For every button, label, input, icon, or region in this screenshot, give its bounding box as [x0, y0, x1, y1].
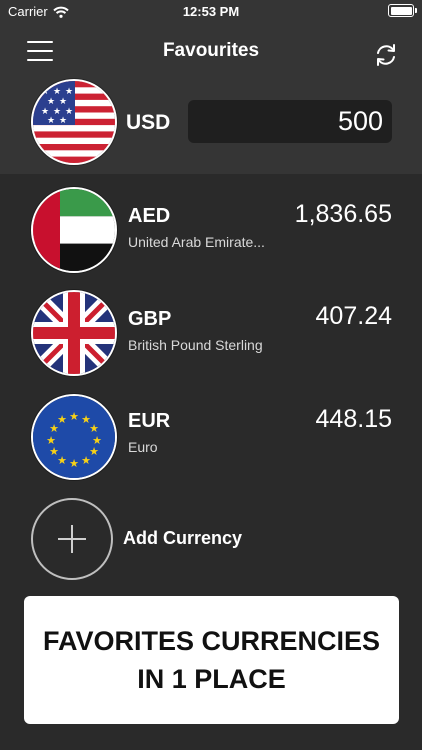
svg-text:★: ★ [47, 116, 55, 126]
svg-text:★: ★ [69, 410, 79, 423]
currency-code: EUR [128, 410, 171, 432]
eu-flag-icon[interactable]: ★ ★ ★ ★ ★ ★ ★ ★ ★ ★ ★ ★ [31, 394, 117, 480]
gb-flag-icon[interactable] [31, 290, 117, 376]
svg-text:★: ★ [57, 413, 67, 426]
status-bar: Carrier 12:53 PM [0, 0, 422, 24]
svg-text:★: ★ [81, 454, 91, 467]
base-currency-code[interactable]: USD [126, 111, 170, 135]
battery-icon [388, 4, 417, 17]
currency-name: Euro [128, 439, 158, 455]
add-currency-label[interactable]: Add Currency [123, 528, 242, 549]
svg-text:★: ★ [59, 97, 67, 107]
clock: 12:53 PM [182, 4, 240, 19]
amount-input[interactable] [188, 100, 392, 143]
svg-text:★: ★ [69, 457, 79, 470]
svg-text:★: ★ [46, 434, 56, 447]
svg-text:★: ★ [59, 116, 67, 126]
us-flag-icon[interactable]: ★ ★ ★ ★ ★ ★ ★ ★ ★ ★ [31, 79, 117, 165]
currency-code: AED [128, 205, 171, 227]
converted-value: 407.24 [315, 302, 392, 330]
currency-code: GBP [128, 308, 172, 330]
refresh-icon [377, 44, 395, 66]
svg-text:★: ★ [47, 97, 55, 107]
converted-value: 448.15 [315, 405, 392, 433]
add-currency-button[interactable] [31, 498, 113, 580]
currency-name: United Arab Emirate... [128, 234, 265, 250]
plus-icon [58, 525, 86, 553]
refresh-button[interactable] [373, 42, 399, 68]
currency-name: British Pound Sterling [128, 337, 263, 353]
banner-line-1: FAVORITES CURRENCIES [42, 626, 381, 656]
promo-banner: FAVORITES CURRENCIES IN 1 PLACE [24, 596, 399, 724]
banner-line-2: IN 1 PLACE [137, 664, 286, 694]
page-title: Favourites [162, 40, 260, 61]
svg-text:★: ★ [65, 87, 73, 97]
ae-flag-icon[interactable] [31, 187, 117, 273]
svg-text:★: ★ [53, 87, 61, 97]
converted-value: 1,836.65 [294, 200, 392, 228]
